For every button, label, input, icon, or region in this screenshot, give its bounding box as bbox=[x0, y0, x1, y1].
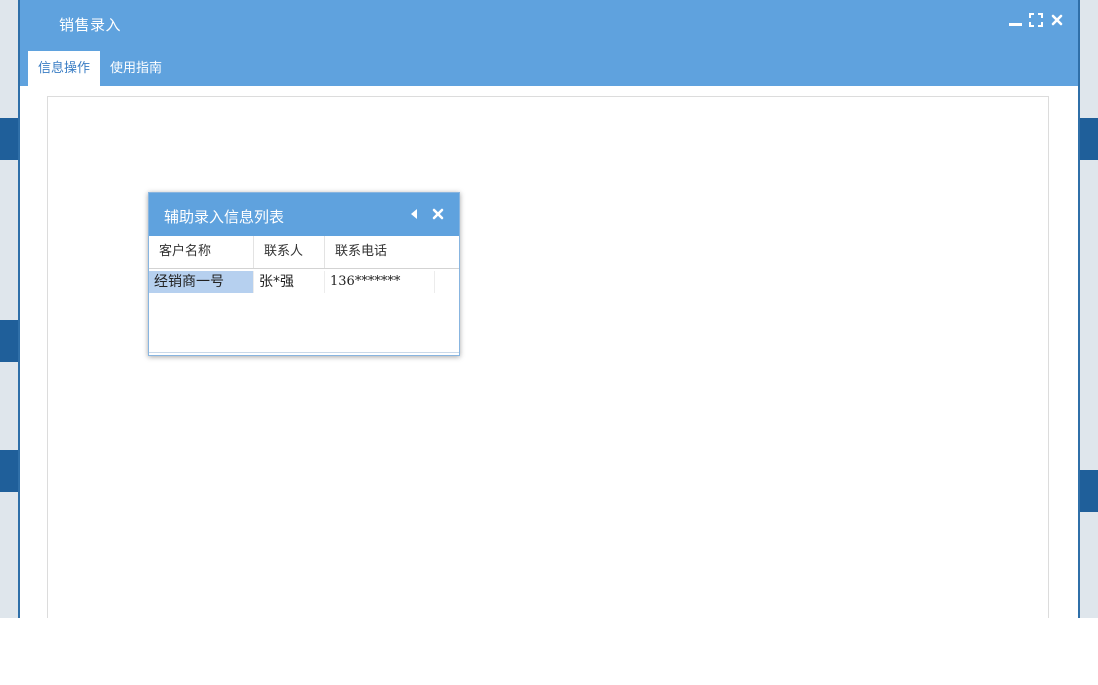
popup-title: 辅助录入信息列表 bbox=[164, 208, 285, 226]
minimize-icon[interactable] bbox=[1008, 12, 1022, 28]
tab-info-operation[interactable]: 信息操作 bbox=[28, 51, 101, 86]
popup-controls bbox=[407, 207, 445, 221]
maximize-icon[interactable] bbox=[1029, 12, 1043, 28]
cell-customer-name[interactable]: 经销商一号 bbox=[149, 271, 254, 293]
page-bottom bbox=[0, 618, 1098, 685]
window-controls bbox=[1008, 12, 1064, 28]
column-contact[interactable]: 联系人 bbox=[254, 236, 325, 268]
column-phone[interactable]: 联系电话 bbox=[325, 236, 435, 268]
cell-contact[interactable]: 张*强 bbox=[254, 271, 325, 293]
popup-footer-line bbox=[149, 352, 459, 353]
popup-header: 辅助录入信息列表 bbox=[149, 193, 459, 236]
grid-header: 客户名称 联系人 联系电话 bbox=[149, 236, 459, 269]
collapse-left-icon[interactable] bbox=[407, 207, 421, 221]
tab-user-guide[interactable]: 使用指南 bbox=[100, 51, 172, 86]
content-frame bbox=[47, 96, 1049, 618]
popup-close-icon[interactable] bbox=[431, 207, 445, 221]
dialog-title: 销售录入 bbox=[59, 16, 122, 34]
dialog-tabs: 信息操作 使用指南 bbox=[28, 51, 172, 86]
helper-list-popup: 辅助录入信息列表 客户名称 联系人 联系电话 经销商一号 张*强 136****… bbox=[148, 192, 460, 356]
close-icon[interactable] bbox=[1050, 12, 1064, 28]
table-row[interactable]: 经销商一号 张*强 136******* bbox=[149, 271, 459, 293]
cell-phone[interactable]: 136******* bbox=[325, 271, 435, 293]
column-customer-name[interactable]: 客户名称 bbox=[149, 236, 254, 268]
